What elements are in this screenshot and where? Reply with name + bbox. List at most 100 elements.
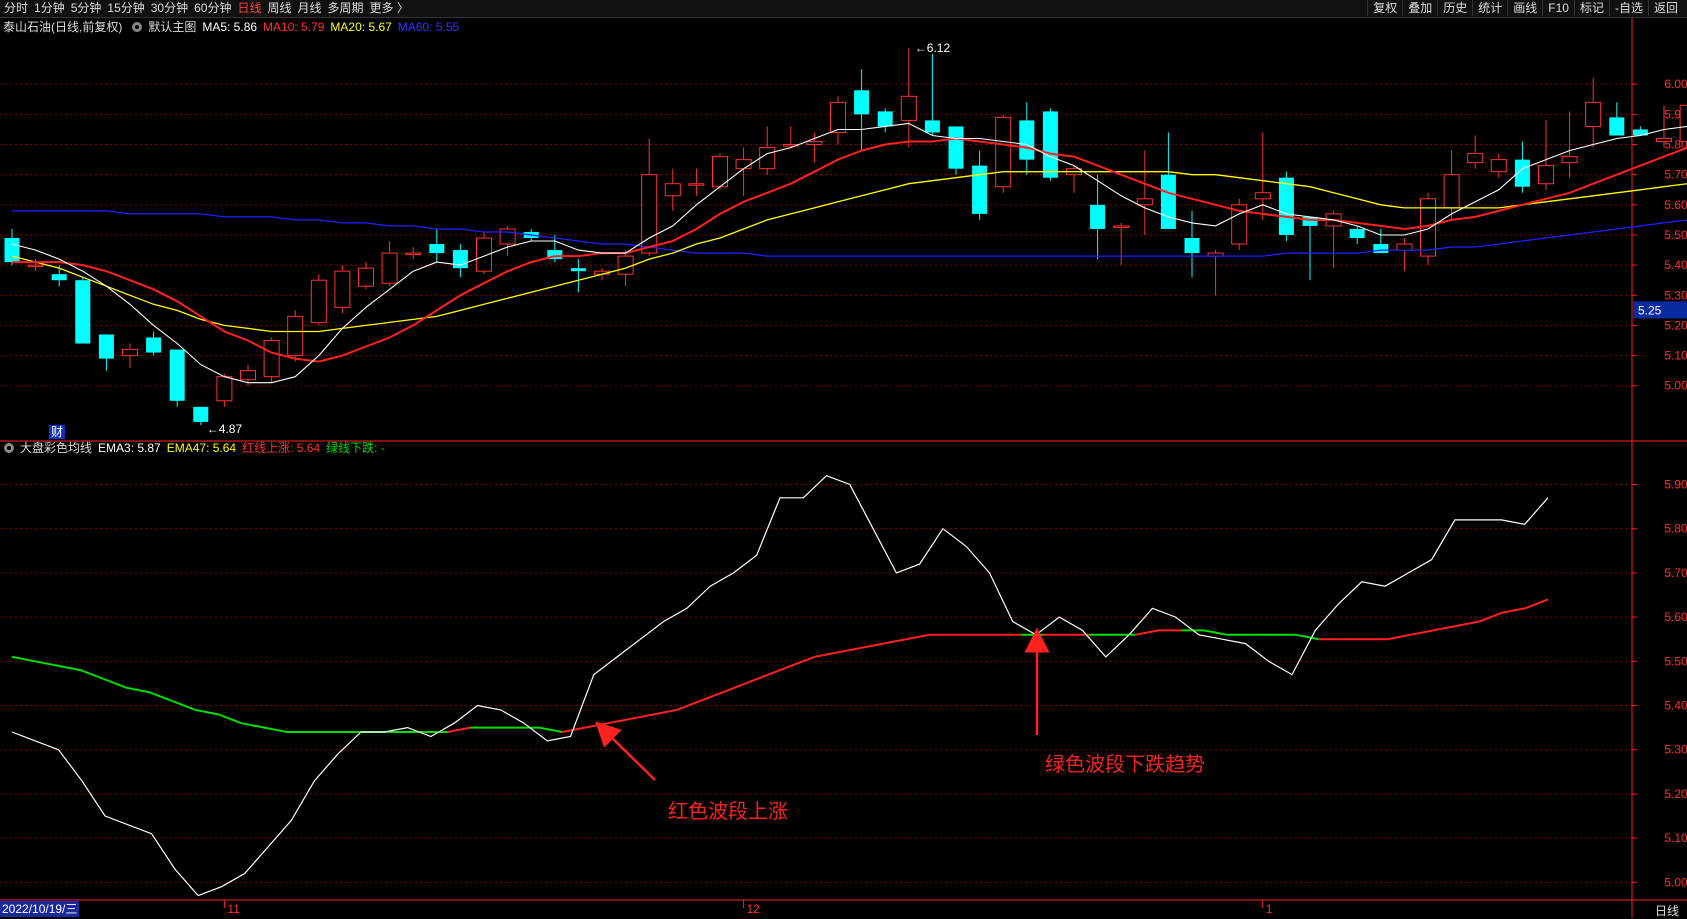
candle-body — [1254, 192, 1271, 200]
main-y-tick-label: 5.40 — [1664, 258, 1687, 272]
candle-body — [924, 120, 940, 133]
candle-body — [995, 116, 1012, 188]
sub-y-tick-label: 5.40 — [1664, 699, 1687, 713]
main-y-tick-label: 5.60 — [1664, 198, 1687, 212]
settings-gear-icon[interactable] — [4, 443, 14, 453]
period-tab-7[interactable]: 周线 — [267, 1, 297, 16]
candle-body — [240, 370, 256, 381]
ema3-line — [11, 475, 1549, 897]
candle-body — [405, 252, 422, 256]
main-y-tick-label: 5.70 — [1664, 168, 1687, 182]
candle-body — [429, 244, 445, 254]
toolbar-button-6[interactable]: 标记 — [1573, 0, 1609, 16]
candle-body — [570, 268, 586, 272]
ema47-segment — [1524, 598, 1549, 610]
toolbar-button-3[interactable]: 统计 — [1472, 0, 1507, 16]
sub-y-tick-label: 5.10 — [1664, 831, 1687, 845]
green-down-value: 绿线下跌: - — [326, 441, 385, 455]
period-tab-8[interactable]: 月线 — [298, 1, 328, 16]
sub-indicator-name[interactable]: 大盘彩色均线 — [20, 440, 92, 456]
ema47-segment — [263, 726, 288, 734]
toolbar-button-5[interactable]: F10 — [1542, 0, 1574, 16]
ema47-segment — [1295, 633, 1319, 641]
ema47-segment — [1433, 624, 1457, 632]
toolbar-button-4[interactable]: 画线 — [1507, 0, 1542, 16]
period-tab-2[interactable]: 5分钟 — [71, 1, 108, 16]
candle-body — [1090, 204, 1106, 229]
ema47-segment — [1501, 607, 1526, 614]
ema3-value: EMA3: 5.87 — [98, 441, 161, 455]
candle-body — [1490, 159, 1507, 173]
period-tab-3[interactable]: 15分钟 — [107, 1, 150, 16]
candle-body — [1396, 243, 1413, 251]
candle-body — [27, 264, 44, 268]
settings-gear-icon[interactable] — [132, 22, 143, 32]
toolbar-button-2[interactable]: 历史 — [1437, 0, 1472, 16]
ema47-segment — [447, 726, 471, 734]
main-y-tick-label: 5.00 — [1664, 379, 1687, 393]
ema47-segment — [126, 686, 150, 694]
high-price-marker: ←6.12 — [915, 41, 951, 55]
candle-body — [1679, 104, 1687, 143]
candle-body — [1019, 120, 1035, 160]
candle-body — [193, 406, 209, 422]
ema47-segment — [1410, 629, 1434, 636]
ema47-segment — [195, 708, 219, 716]
ma60-value: MA60: 5.55 — [397, 20, 460, 34]
period-tab-6[interactable]: 日线 — [237, 1, 267, 16]
period-label: 日线 — [1654, 904, 1679, 918]
period-tabs: 分时 1分钟 5分钟 15分钟 30分钟 60分钟 日线 周线 月线 多周期 更多 〉 — [4, 1, 415, 16]
ema47-segment — [584, 722, 609, 729]
period-tab-5[interactable]: 60分钟 — [194, 1, 237, 16]
ema47-segment — [57, 664, 81, 672]
annotation-green-wave: 绿色波段下跌趋势 — [1045, 754, 1205, 776]
ema47-segment — [1456, 620, 1480, 627]
toolbar-button-0[interactable]: 复权 — [1367, 0, 1402, 16]
candle-body — [877, 111, 893, 127]
ema47-segment — [80, 669, 105, 680]
finance-badge[interactable]: 财 — [49, 425, 66, 439]
candle-body — [98, 334, 114, 359]
candle-body — [735, 159, 752, 170]
period-tab-9[interactable]: 多周期 — [328, 1, 370, 16]
candle-body — [806, 141, 823, 146]
stock-name[interactable]: 泰山石油(日线,前复权) — [3, 19, 122, 35]
candle-body — [972, 165, 988, 214]
ema47-segment — [630, 713, 655, 720]
ema47-segment — [860, 642, 884, 650]
candle-body — [263, 340, 280, 378]
period-tab-0[interactable]: 分时 — [4, 1, 34, 16]
red-wave-arrow — [595, 721, 656, 781]
ema47-segment — [34, 660, 59, 667]
candle-body — [1609, 117, 1625, 136]
main-y-tick-label: 5.20 — [1664, 318, 1687, 332]
x-tick-label: 11 — [227, 902, 240, 916]
ema47-value: EMA47: 5.64 — [166, 441, 237, 455]
period-tab-1[interactable]: 1分钟 — [34, 1, 71, 16]
period-tab-4[interactable]: 30分钟 — [151, 1, 194, 16]
toolbar-button-7[interactable]: -自选 — [1608, 0, 1648, 16]
toolbar-button-8[interactable]: 返回 — [1647, 0, 1683, 16]
sub-y-tick-label: 5.90 — [1664, 478, 1687, 492]
candle-body — [381, 252, 398, 284]
ema47-segment — [653, 708, 678, 716]
ema47-segment — [722, 682, 746, 694]
candle-body — [51, 274, 67, 281]
chart-canvas[interactable]: 5.00 5.10 5.20 5.30 5.40 5.50 5.60 5.70 5.80 5.90… — [0, 0, 1687, 918]
ema47-segment — [905, 633, 930, 641]
current-price-label: 5.25 — [1638, 303, 1662, 317]
period-tab-10[interactable]: 更多 〉 — [370, 1, 415, 16]
main-y-tick-label: 6.00 — [1664, 77, 1687, 91]
ma20-value: MA20: 5.67 — [330, 20, 392, 34]
candle-body — [287, 315, 304, 357]
toolbar-button-1[interactable]: 叠加 — [1402, 0, 1437, 16]
sub-y-tick-label: 5.80 — [1664, 522, 1687, 536]
indicator-name[interactable]: 默认主图 — [148, 19, 196, 35]
candle-body — [830, 101, 846, 133]
x-tick-label: 12 — [747, 902, 761, 916]
sub-y-tick-label: 5.30 — [1664, 743, 1687, 757]
candle-body — [664, 183, 681, 197]
sub-info-bar: 大盘彩色均线 EMA3: 5.87 EMA47: 5.64 红线上涨: 5.64… — [0, 440, 391, 456]
ema47-segment — [837, 647, 861, 654]
ema47-segment — [1203, 629, 1228, 636]
